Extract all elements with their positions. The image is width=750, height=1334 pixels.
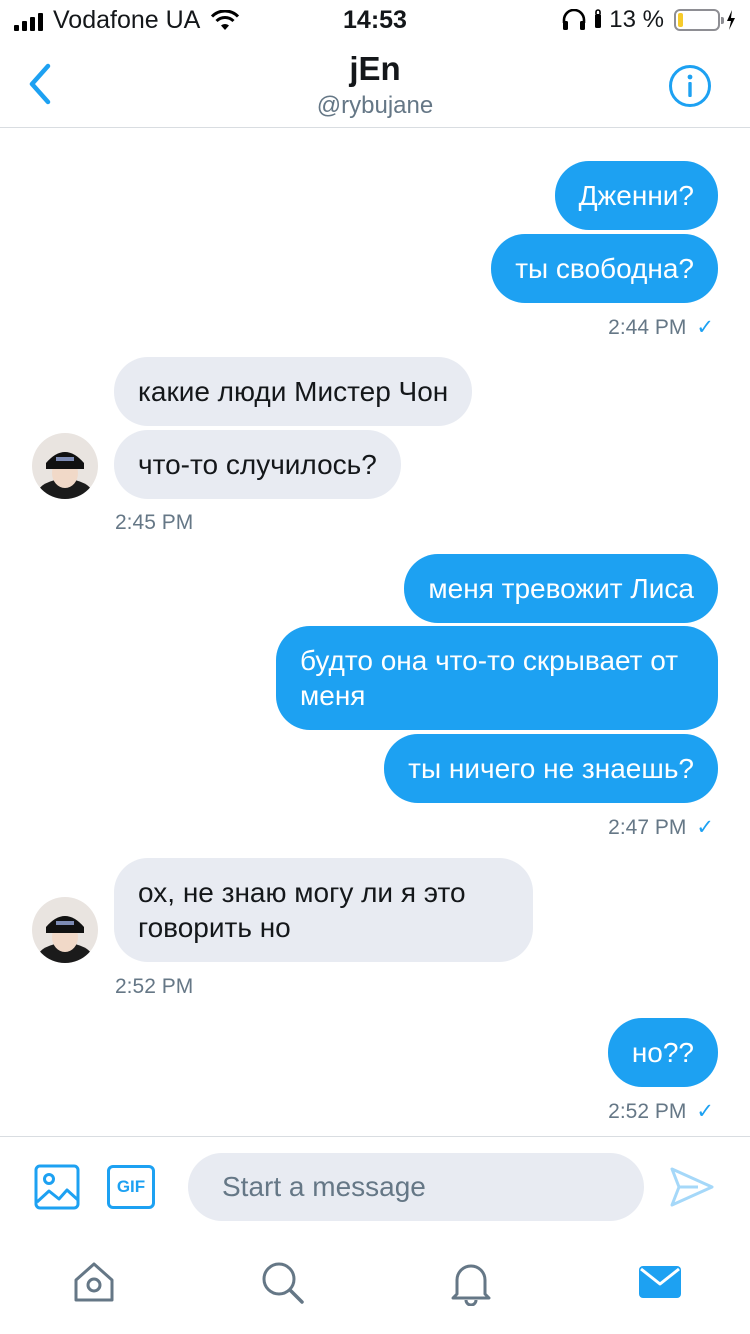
avatar-image — [32, 897, 98, 963]
message-list[interactable]: Дженни? ты свободна? 2:44 PM ✓ какие люди… — [0, 128, 750, 1136]
incoming-message[interactable]: ох, не знаю могу ли я это говорить но — [114, 858, 533, 962]
status-bar: Vodafone UA 14:53 13 % — [0, 0, 750, 40]
avatar[interactable] — [32, 433, 98, 499]
headphones-icon — [562, 9, 586, 30]
incoming-message[interactable]: какие люди Мистер Чон — [114, 357, 473, 426]
home-icon[interactable] — [70, 1258, 118, 1306]
outgoing-message[interactable]: будто она что-то скрывает от меня — [276, 626, 718, 730]
message-input[interactable] — [188, 1153, 644, 1221]
outgoing-message[interactable]: ты свободна? — [491, 234, 718, 303]
read-receipt-icon: ✓ — [696, 316, 714, 339]
timestamp-text: 2:47 PM — [608, 816, 687, 839]
conversation-title[interactable]: jEn — [0, 50, 750, 88]
image-icon[interactable] — [34, 1164, 80, 1210]
message-timestamp: 2:44 PM ✓ — [608, 315, 714, 340]
message-timestamp: 2:52 PM ✓ — [608, 1099, 714, 1124]
messages-icon[interactable] — [636, 1258, 684, 1306]
charging-icon — [727, 10, 735, 30]
outgoing-message[interactable]: но?? — [607, 1018, 718, 1087]
avatar[interactable] — [32, 897, 98, 963]
conversation-handle[interactable]: @rybujane — [0, 92, 750, 120]
notifications-icon[interactable] — [447, 1258, 495, 1306]
battery-icon — [674, 9, 724, 31]
message-timestamp: 2:47 PM ✓ — [608, 815, 714, 840]
outgoing-message[interactable]: меня тревожит Лиса — [404, 554, 718, 623]
timestamp-text: 2:52 PM — [608, 1100, 687, 1123]
info-icon[interactable] — [668, 64, 712, 108]
send-icon[interactable] — [668, 1165, 716, 1209]
battery-level — [678, 13, 683, 27]
timestamp-text: 2:44 PM — [608, 316, 687, 339]
conversation-header: jEn @rybujane — [0, 40, 750, 128]
avatar-image — [32, 433, 98, 499]
incoming-message[interactable]: что-то случилось? — [114, 430, 401, 499]
gif-button[interactable]: GIF — [107, 1165, 155, 1209]
outgoing-message[interactable]: ты ничего не знаешь? — [384, 734, 718, 803]
orientation-lock-icon — [595, 9, 602, 28]
battery-percentage: 13 % — [609, 6, 664, 33]
search-icon[interactable] — [258, 1258, 306, 1306]
message-timestamp: 2:52 PM — [115, 975, 194, 998]
read-receipt-icon: ✓ — [696, 1100, 714, 1123]
tab-bar — [0, 1236, 750, 1334]
outgoing-message[interactable]: Дженни? — [554, 161, 718, 230]
message-composer: GIF — [0, 1136, 750, 1236]
message-timestamp: 2:45 PM — [115, 511, 194, 534]
read-receipt-icon: ✓ — [696, 816, 714, 839]
